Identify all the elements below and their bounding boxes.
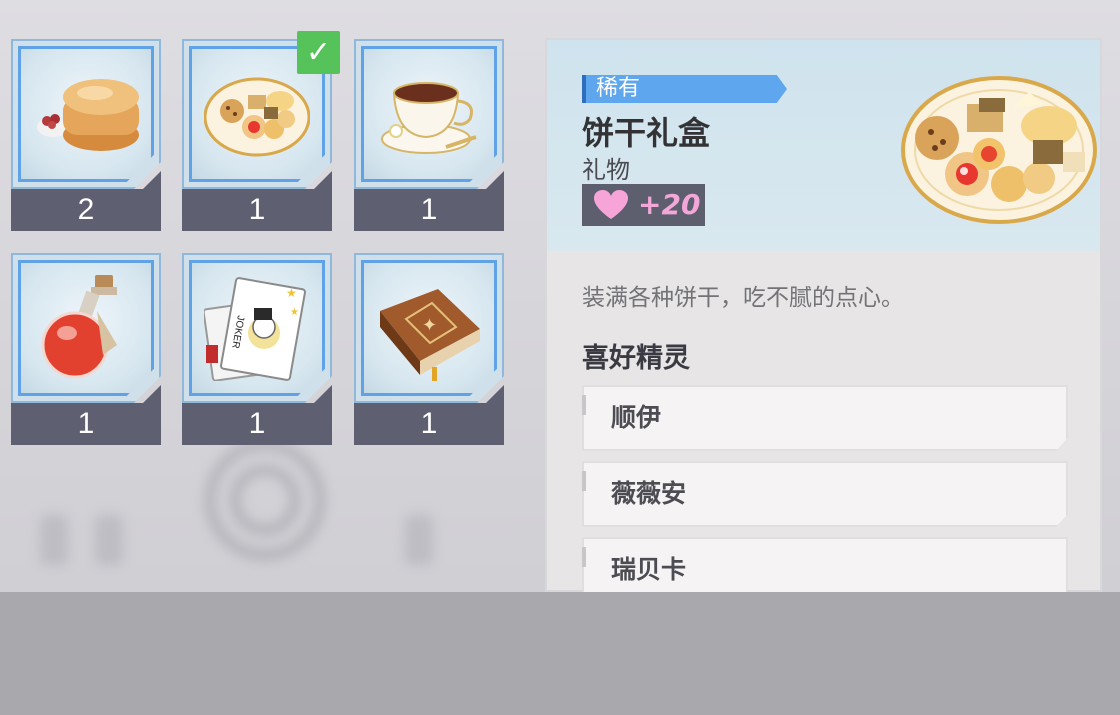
heart-icon bbox=[594, 190, 628, 219]
detail-header: 稀有 饼干礼盒 礼物 +20 bbox=[547, 40, 1100, 251]
leather-book-icon: ✦ bbox=[380, 289, 480, 381]
cookie-platter-icon bbox=[204, 77, 310, 157]
inventory-slot-book[interactable]: ✦ 1 bbox=[354, 253, 504, 445]
item-count: 1 bbox=[248, 193, 266, 226]
rarity-tag: 稀有 bbox=[582, 75, 787, 103]
sprite-name: 薇薇安 bbox=[611, 479, 687, 508]
inventory-slot-cards[interactable]: JOKER ★ ★ 1 bbox=[182, 253, 332, 445]
item-type: 礼物 bbox=[582, 156, 630, 184]
favorite-sprite-item[interactable]: 顺伊 bbox=[582, 385, 1068, 451]
background-blur bbox=[95, 515, 123, 565]
sprite-name: 瑞贝卡 bbox=[611, 555, 687, 584]
teacup-icon bbox=[381, 82, 477, 154]
potion-bottle-icon bbox=[41, 275, 117, 379]
selected-check-icon: ✓ bbox=[297, 31, 340, 74]
rarity-label: 稀有 bbox=[596, 76, 641, 101]
background-blur bbox=[405, 515, 433, 565]
item-count: 1 bbox=[420, 407, 438, 440]
item-count: 2 bbox=[77, 193, 95, 226]
scone-icon bbox=[37, 79, 139, 151]
favorites-title: 喜好精灵 bbox=[582, 343, 690, 374]
affinity-value: +20 bbox=[638, 188, 701, 221]
background-swirl bbox=[230, 465, 300, 535]
bottom-bar bbox=[0, 592, 1120, 715]
background-blur bbox=[40, 515, 68, 565]
sprite-name: 顺伊 bbox=[611, 403, 662, 432]
affinity-badge: +20 bbox=[582, 184, 705, 226]
inventory-slot-teacup[interactable]: 1 bbox=[354, 39, 504, 231]
item-count: 1 bbox=[248, 407, 266, 440]
item-name: 饼干礼盒 bbox=[582, 114, 711, 152]
favorite-sprite-item[interactable]: 薇薇安 bbox=[582, 461, 1068, 527]
inventory-slot-scone[interactable]: 2 bbox=[11, 39, 161, 231]
game-background: 2 1 1 1 JOKER ★ ★ 1 ✦ 1 ✓ 稀有 饼干礼盒 礼物 +20… bbox=[0, 0, 1120, 592]
item-count: 1 bbox=[420, 193, 438, 226]
item-description: 装满各种饼干，吃不腻的点心。 bbox=[582, 285, 904, 311]
svg-text:★: ★ bbox=[286, 286, 297, 300]
cookie-platter-icon bbox=[901, 76, 1097, 224]
inventory-slot-potion[interactable]: 1 bbox=[11, 253, 161, 445]
favorite-sprite-item[interactable]: 瑞贝卡 bbox=[582, 537, 1068, 592]
joker-cards-icon: JOKER ★ ★ bbox=[204, 277, 306, 381]
svg-text:✦: ✦ bbox=[422, 315, 437, 336]
item-count: 1 bbox=[77, 407, 95, 440]
item-detail-panel: 稀有 饼干礼盒 礼物 +20 装满各种饼干，吃不腻的点心。 喜好精灵 顺伊 薇薇… bbox=[545, 38, 1102, 592]
svg-text:★: ★ bbox=[290, 307, 299, 318]
